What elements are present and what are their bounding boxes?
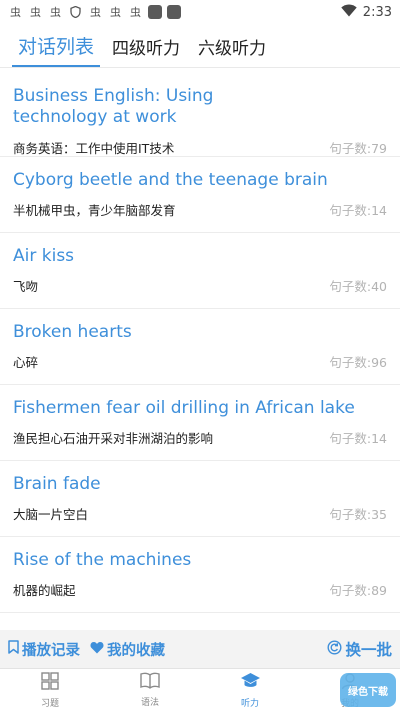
nav-exercises[interactable]: 习题 xyxy=(0,669,100,711)
tab-dialogue-list[interactable]: 对话列表 xyxy=(12,32,101,67)
item-subtitle: 半机械甲虫，青少年脑部发育 xyxy=(13,203,176,218)
app-notification-icon: 虫 xyxy=(10,6,21,19)
play-history-button[interactable]: 播放记录 xyxy=(8,639,80,660)
refresh-batch-label: 换一批 xyxy=(345,641,392,659)
item-meta: 心碎 句子数:96 xyxy=(13,352,387,371)
sentence-count: 句子数:79 xyxy=(329,141,387,156)
nav-label: 习题 xyxy=(40,698,59,709)
notification-icons: 虫 虫 虫 虫 虫 虫 xyxy=(8,5,181,19)
dialogue-list: Business English: Using technology at wo… xyxy=(0,70,400,630)
sentence-count: 句子数:35 xyxy=(329,507,387,522)
square-icon xyxy=(167,5,181,19)
item-meta: 大脑一片空白 句子数:35 xyxy=(13,504,387,523)
list-item[interactable]: Air kiss 飞吻 句子数:40 xyxy=(0,233,400,309)
item-subtitle: 飞吻 xyxy=(13,279,39,294)
grid-icon xyxy=(41,671,59,694)
item-title: Business English: Using technology at wo… xyxy=(13,86,214,127)
square-icon xyxy=(148,5,162,19)
item-subtitle: 渔民担心石油开采对非洲湖泊的影响 xyxy=(13,431,214,446)
item-title: Brain fade xyxy=(13,474,101,494)
book-icon xyxy=(140,672,160,693)
item-title: Cyborg beetle and the teenage brain xyxy=(13,170,328,190)
list-item[interactable]: Fishermen fear oil drilling in African l… xyxy=(0,385,400,461)
nav-label: 听力 xyxy=(240,698,259,709)
tab-cet4-listening[interactable]: 四级听力 xyxy=(106,34,186,67)
item-title: Air kiss xyxy=(13,246,75,266)
item-meta: 商务英语：工作中使用IT技术 句子数:79 xyxy=(13,138,387,157)
refresh-batch-button[interactable]: 换一批 xyxy=(327,638,392,660)
app-notification-icon: 虫 xyxy=(130,6,141,19)
nav-label: 语法 xyxy=(140,698,159,708)
list-item[interactable]: Rise of the machines 机器的崛起 句子数:89 xyxy=(0,537,400,613)
shield-icon xyxy=(68,6,83,19)
tab-cet6-listening[interactable]: 六级听力 xyxy=(192,34,272,67)
item-subtitle: 机器的崛起 xyxy=(13,583,76,598)
favorites-label: 我的收藏 xyxy=(107,642,165,659)
app-notification-icon: 虫 xyxy=(90,6,101,19)
sentence-count: 句子数:96 xyxy=(329,355,387,370)
item-meta: 渔民担心石油开采对非洲湖泊的影响 句子数:14 xyxy=(13,428,387,447)
refresh-icon xyxy=(327,639,342,659)
list-item[interactable]: Broken hearts 心碎 句子数:96 xyxy=(0,309,400,385)
app-notification-icon: 虫 xyxy=(30,6,41,19)
item-title: Fishermen fear oil drilling in African l… xyxy=(13,398,355,418)
list-item[interactable]: Cyborg beetle and the teenage brain 半机械甲… xyxy=(0,157,400,233)
favorites-button[interactable]: 我的收藏 xyxy=(90,639,165,660)
graduation-cap-icon xyxy=(240,672,261,694)
status-bar: 虫 虫 虫 虫 虫 虫 2:33 xyxy=(0,0,400,24)
item-title: Rise of the machines xyxy=(13,550,192,570)
status-right: 2:33 xyxy=(341,4,392,21)
item-title: Broken hearts xyxy=(13,322,132,342)
nav-listening[interactable]: 听力 xyxy=(200,669,300,711)
play-history-label: 播放记录 xyxy=(22,642,80,659)
item-subtitle: 心碎 xyxy=(13,355,39,370)
wifi-icon xyxy=(341,4,357,21)
sentence-count: 句子数:89 xyxy=(329,583,387,598)
app-notification-icon: 虫 xyxy=(50,6,61,19)
nav-grammar[interactable]: 语法 xyxy=(100,669,200,711)
watermark-logo: 绿色下载 xyxy=(340,673,396,707)
sentence-count: 句子数:14 xyxy=(329,203,387,218)
heart-icon xyxy=(90,641,104,658)
tab-bar: 对话列表 四级听力 六级听力 xyxy=(0,24,400,68)
item-meta: 飞吻 句子数:40 xyxy=(13,276,387,295)
bookmark-icon xyxy=(8,640,19,658)
app-notification-icon: 虫 xyxy=(110,6,121,19)
item-meta: 机器的崛起 句子数:89 xyxy=(13,580,387,599)
list-item[interactable]: Business English: Using technology at wo… xyxy=(0,70,400,157)
item-subtitle: 大脑一片空白 xyxy=(13,507,89,522)
clock-time: 2:33 xyxy=(362,4,392,20)
item-subtitle: 商务英语：工作中使用IT技术 xyxy=(13,141,175,156)
sentence-count: 句子数:14 xyxy=(329,431,387,446)
item-meta: 半机械甲虫，青少年脑部发育 句子数:14 xyxy=(13,200,387,219)
list-item[interactable]: Brain fade 大脑一片空白 句子数:35 xyxy=(0,461,400,537)
sentence-count: 句子数:40 xyxy=(329,279,387,294)
action-bar: 播放记录 我的收藏 换一批 xyxy=(0,630,400,668)
